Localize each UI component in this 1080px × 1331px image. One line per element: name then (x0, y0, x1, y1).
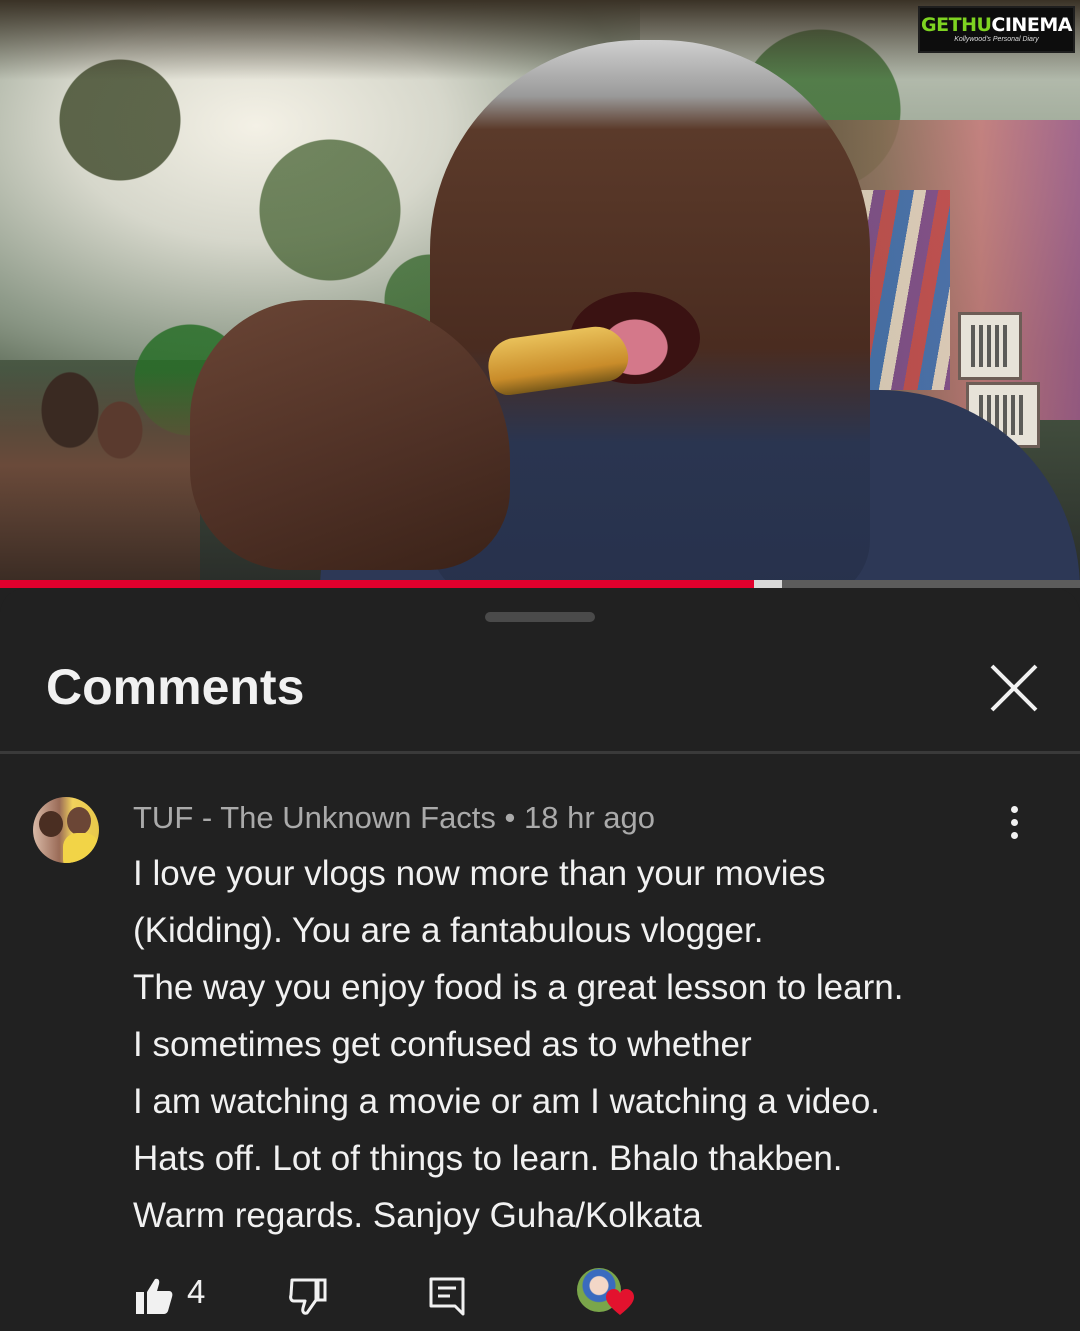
comment-line: Warm regards. Sanjoy Guha/Kolkata (133, 1196, 702, 1235)
like-button[interactable] (134, 1276, 174, 1316)
creator-heart-icon (606, 1289, 634, 1315)
comment-line: I love your vlogs now more than your mov… (133, 854, 826, 893)
close-button[interactable] (984, 658, 1044, 718)
meta-separator: • (495, 800, 525, 835)
comment-time: 18 hr ago (524, 800, 656, 835)
reply-button[interactable] (428, 1276, 466, 1316)
more-vert-icon (1000, 806, 1028, 839)
comment-action-bar: 4 (0, 1268, 1080, 1331)
logo-wordmark: GETHUCINEMA (921, 14, 1072, 36)
comment-line: The way you enjoy food is a great lesson… (133, 968, 904, 1007)
comment-line: Hats off. Lot of things to learn. Bhalo … (133, 1139, 843, 1178)
header-divider (0, 751, 1080, 754)
commenter-avatar[interactable] (33, 797, 99, 863)
panel-title: Comments (46, 659, 305, 715)
comment-meta: TUF - The Unknown Facts • 18 hr ago (133, 798, 655, 838)
close-icon (990, 664, 1038, 712)
video-background-diners (0, 370, 200, 582)
video-player[interactable]: GETHUCINEMA Kollywood's Personal Diary (0, 0, 1080, 582)
drag-handle[interactable] (485, 612, 595, 622)
video-progress-bar[interactable] (0, 580, 1080, 588)
comment-body: I love your vlogs now more than your mov… (133, 845, 1033, 1244)
comment-line: I am watching a movie or am I watching a… (133, 1082, 881, 1121)
thumbs-down-icon (289, 1278, 327, 1315)
watermark-logo: GETHUCINEMA Kollywood's Personal Diary (918, 6, 1075, 53)
comment-line: I sometimes get confused as to whether (133, 1025, 752, 1064)
logo-tagline: Kollywood's Personal Diary (954, 36, 1039, 43)
thumbs-up-icon (136, 1278, 173, 1314)
like-count: 4 (187, 1273, 206, 1310)
creator-heart-badge (577, 1268, 637, 1320)
comment-line: (Kidding). You are a fantabulous vlogger… (133, 911, 764, 950)
more-options-button[interactable] (1000, 800, 1028, 840)
progress-played (0, 580, 754, 588)
comments-panel: Comments TUF - The Unknown Facts • 18 hr… (0, 588, 1080, 1331)
reply-icon (429, 1277, 465, 1316)
dislike-button[interactable] (288, 1276, 328, 1316)
comment-author[interactable]: TUF - The Unknown Facts (133, 800, 496, 835)
video-qr-sign (958, 312, 1022, 380)
